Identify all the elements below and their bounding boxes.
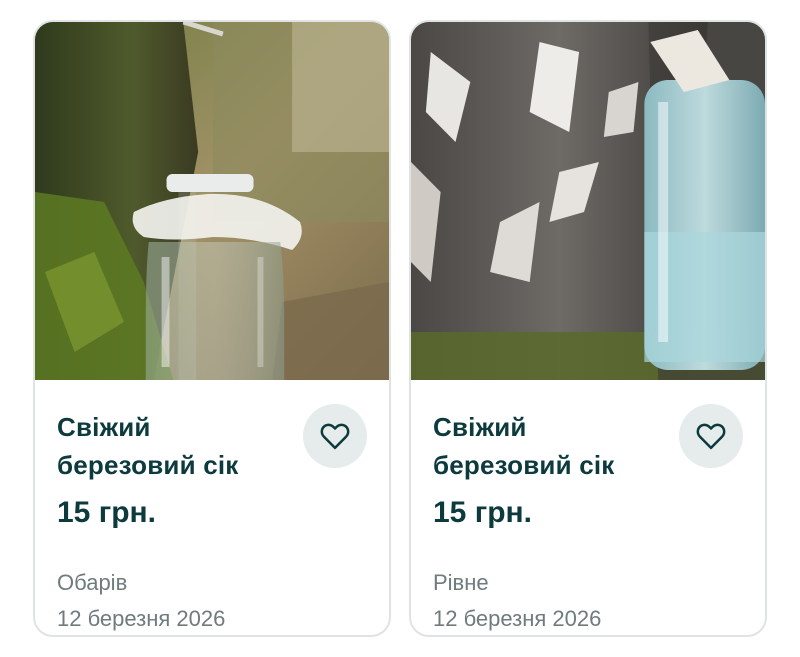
heart-outline-icon: [320, 423, 350, 450]
listing-photo[interactable]: [35, 22, 389, 380]
birch-sap-jar-photo: [35, 22, 389, 380]
listing-photo[interactable]: [411, 22, 765, 380]
favorite-button[interactable]: [679, 404, 743, 468]
listing-price: 15 грн.: [57, 496, 156, 529]
listing-city: Рівне: [433, 570, 489, 595]
heart-outline-icon: [696, 423, 726, 450]
favorite-button[interactable]: [303, 404, 367, 468]
listing-date: 12 березня 2026: [57, 606, 226, 631]
listing-price: 15 грн.: [433, 496, 532, 529]
birch-sap-jar-photo: [411, 22, 765, 380]
listing-title[interactable]: Свіжий березовий сік: [57, 408, 287, 484]
listing-body: Свіжий березовий сік 15 грн. Рівне 12 бе…: [411, 380, 765, 635]
listing-city: Обарів: [57, 570, 128, 595]
listing-body: Свіжий березовий сік 15 грн. Обарів 12 б…: [35, 380, 389, 635]
listing-card[interactable]: Свіжий березовий сік 15 грн. Рівне 12 бе…: [409, 20, 767, 637]
listing-title[interactable]: Свіжий березовий сік: [433, 408, 663, 484]
listing-card[interactable]: Свіжий березовий сік 15 грн. Обарів 12 б…: [33, 20, 391, 637]
listing-date: 12 березня 2026: [433, 606, 602, 631]
listing-grid: Свіжий березовий сік 15 грн. Обарів 12 б…: [0, 0, 800, 657]
